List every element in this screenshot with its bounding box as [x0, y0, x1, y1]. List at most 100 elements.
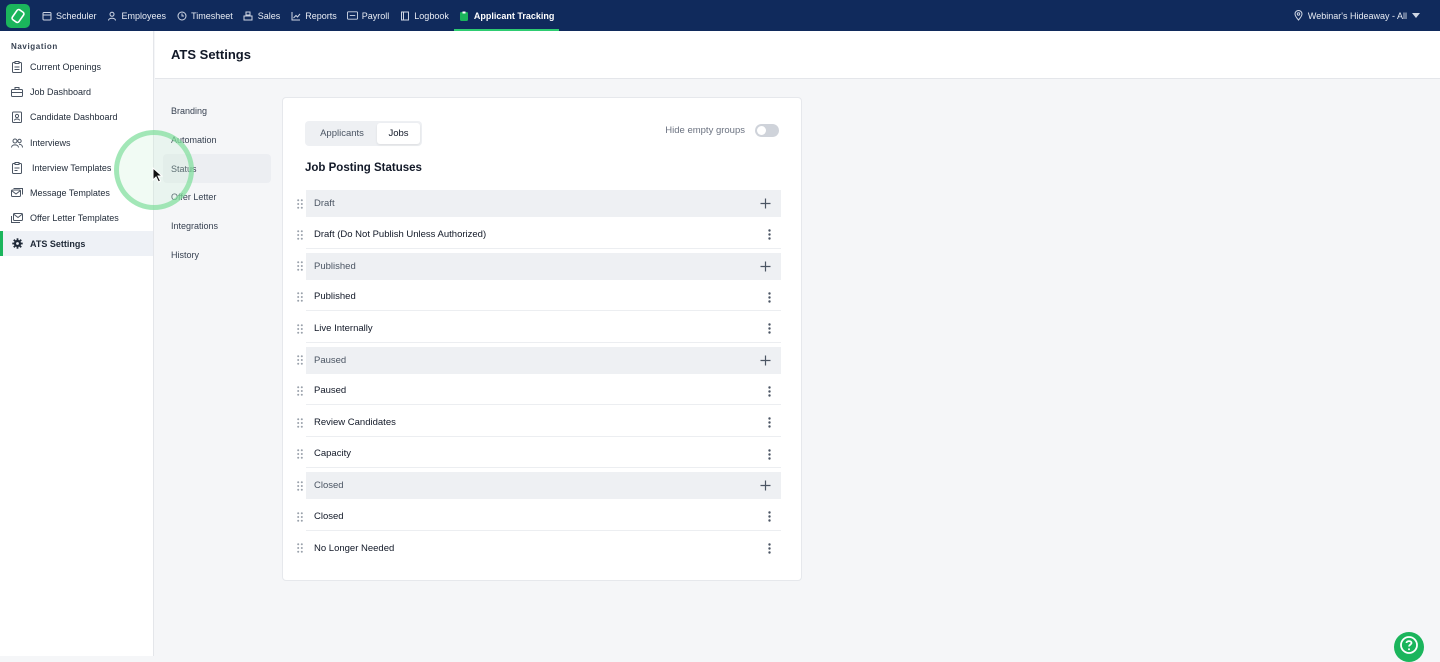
more-vertical-icon[interactable]: [768, 221, 771, 249]
status-label: Paused: [314, 385, 347, 397]
drag-handle-icon[interactable]: [293, 511, 306, 522]
plus-icon[interactable]: [760, 472, 771, 499]
sidebar-item-label: Message Templates: [30, 188, 110, 199]
drag-handle-icon[interactable]: [293, 323, 306, 334]
payroll-icon: [346, 10, 358, 21]
nav-applicant-tracking[interactable]: Applicant Tracking: [453, 0, 560, 31]
status-label: Closed: [314, 510, 344, 522]
nav-payroll[interactable]: Payroll: [342, 0, 395, 31]
tab-jobs[interactable]: Jobs: [377, 123, 420, 144]
chevron-down-icon: [1412, 13, 1420, 18]
submenu-item-offer-letter[interactable]: Offer Letter: [163, 183, 271, 212]
status-row[interactable]: Capacity: [293, 441, 781, 469]
settings-submenu: Branding Automation Status Offer Letter …: [163, 97, 271, 269]
clock-icon: [176, 10, 187, 21]
sidebar-item-ats-settings[interactable]: ATS Settings: [0, 231, 153, 257]
status-group-label: Paused: [314, 354, 347, 366]
hide-empty-groups-toggle[interactable]: [755, 124, 779, 137]
book-icon: [399, 10, 410, 21]
drag-handle-icon[interactable]: [293, 229, 306, 240]
submenu-item-branding[interactable]: Branding: [163, 97, 271, 126]
status-group-row[interactable]: Published: [293, 252, 781, 280]
nav-logbook[interactable]: Logbook: [394, 0, 454, 31]
status-row[interactable]: Live Internally: [293, 315, 781, 343]
submenu-item-status[interactable]: Status: [163, 154, 271, 184]
nav-label: Employees: [121, 10, 167, 21]
drag-handle-icon[interactable]: [293, 480, 306, 491]
submenu-item-automation[interactable]: Automation: [163, 126, 271, 155]
status-group-row[interactable]: Paused: [293, 346, 781, 374]
drag-handle-icon[interactable]: [293, 417, 306, 428]
nav-employees[interactable]: Employees: [102, 0, 172, 31]
people-icon: [11, 137, 23, 149]
location-label: Webinar's Hideaway - All: [1307, 10, 1407, 21]
status-group-label: Published: [314, 260, 356, 272]
sidebar-item-job-dashboard[interactable]: Job Dashboard: [0, 79, 153, 104]
hide-empty-groups: Hide empty groups: [665, 124, 779, 137]
sidebar-item-label: Current Openings: [30, 61, 102, 72]
status-row[interactable]: No Longer Needed: [293, 535, 781, 563]
page-title: ATS Settings: [171, 47, 251, 62]
plus-icon[interactable]: [760, 190, 771, 217]
sidebar-item-interviews[interactable]: Interviews: [0, 130, 153, 155]
status-label: No Longer Needed: [314, 542, 395, 554]
status-row[interactable]: Review Candidates: [293, 409, 781, 437]
more-vertical-icon[interactable]: [768, 535, 771, 563]
more-vertical-icon[interactable]: [768, 284, 771, 312]
drag-handle-icon[interactable]: [293, 449, 306, 460]
nav-label: Applicant Tracking: [473, 10, 555, 21]
drag-handle-icon[interactable]: [293, 261, 306, 271]
drag-handle-icon[interactable]: [293, 386, 306, 397]
drag-handle-icon[interactable]: [293, 355, 306, 365]
sidebar-item-offer-letter-templates[interactable]: Offer Letter Templates: [0, 206, 153, 231]
nav-timesheet[interactable]: Timesheet: [171, 0, 238, 31]
status-row[interactable]: Closed: [293, 503, 781, 531]
sidebar-item-candidate-dashboard[interactable]: Candidate Dashboard: [0, 105, 153, 130]
plus-icon[interactable]: [760, 347, 771, 374]
clipboard-template-icon: [11, 161, 23, 174]
briefcase-icon: [11, 86, 23, 98]
status-group-label: Closed: [314, 480, 344, 491]
nav-scheduler[interactable]: Scheduler: [36, 0, 102, 31]
nav-reports[interactable]: Reports: [285, 0, 342, 31]
plus-icon[interactable]: [760, 253, 771, 280]
status-row[interactable]: Published: [293, 284, 781, 312]
nav-label: Reports: [305, 10, 337, 21]
sidebar-item-label: Offer Letter Templates: [30, 213, 119, 224]
more-vertical-icon[interactable]: [768, 315, 771, 343]
tab-applicants[interactable]: Applicants: [307, 123, 377, 144]
section-title: Job Posting Statuses: [305, 162, 422, 174]
top-navbar: Scheduler Employees Timesheet Sales Repo…: [0, 0, 1440, 31]
status-label: Published: [314, 291, 356, 303]
status-group-row[interactable]: Draft: [293, 190, 781, 217]
drag-handle-icon[interactable]: [293, 543, 306, 554]
sidebar: Navigation Current Openings Job Dashboar…: [0, 31, 154, 656]
submenu-item-integrations[interactable]: Integrations: [163, 212, 271, 241]
app-logo[interactable]: [6, 3, 30, 28]
help-button[interactable]: [1394, 632, 1424, 662]
sidebar-item-interview-templates[interactable]: Interview Templates: [0, 155, 153, 180]
calendar-icon: [41, 10, 52, 21]
more-vertical-icon[interactable]: [768, 503, 771, 531]
location-selector[interactable]: Webinar's Hideaway - All: [1294, 0, 1420, 31]
sidebar-item-current-openings[interactable]: Current Openings: [0, 54, 153, 79]
submenu-item-history[interactable]: History: [163, 240, 271, 269]
hide-empty-groups-label: Hide empty groups: [665, 125, 745, 136]
more-vertical-icon[interactable]: [768, 409, 771, 437]
status-group-label: Draft: [314, 198, 335, 209]
status-label: Draft (Do Not Publish Unless Authorized): [314, 228, 487, 240]
status-list: Draft Draft (Do Not Publish Unless Autho…: [293, 190, 781, 566]
sidebar-item-message-templates[interactable]: Message Templates: [0, 180, 153, 205]
id-badge-icon: [11, 111, 23, 124]
more-vertical-icon[interactable]: [768, 378, 771, 406]
nav-sales[interactable]: Sales: [238, 0, 286, 31]
status-row[interactable]: Draft (Do Not Publish Unless Authorized): [293, 221, 781, 249]
sidebar-item-label: Job Dashboard: [30, 86, 92, 97]
more-vertical-icon[interactable]: [768, 441, 771, 469]
status-label: Review Candidates: [314, 416, 396, 428]
status-row[interactable]: Paused: [293, 378, 781, 406]
sidebar-item-label: Candidate Dashboard: [30, 112, 118, 123]
status-group-row[interactable]: Closed: [293, 472, 781, 499]
drag-handle-icon[interactable]: [293, 292, 306, 303]
drag-handle-icon[interactable]: [293, 198, 306, 209]
